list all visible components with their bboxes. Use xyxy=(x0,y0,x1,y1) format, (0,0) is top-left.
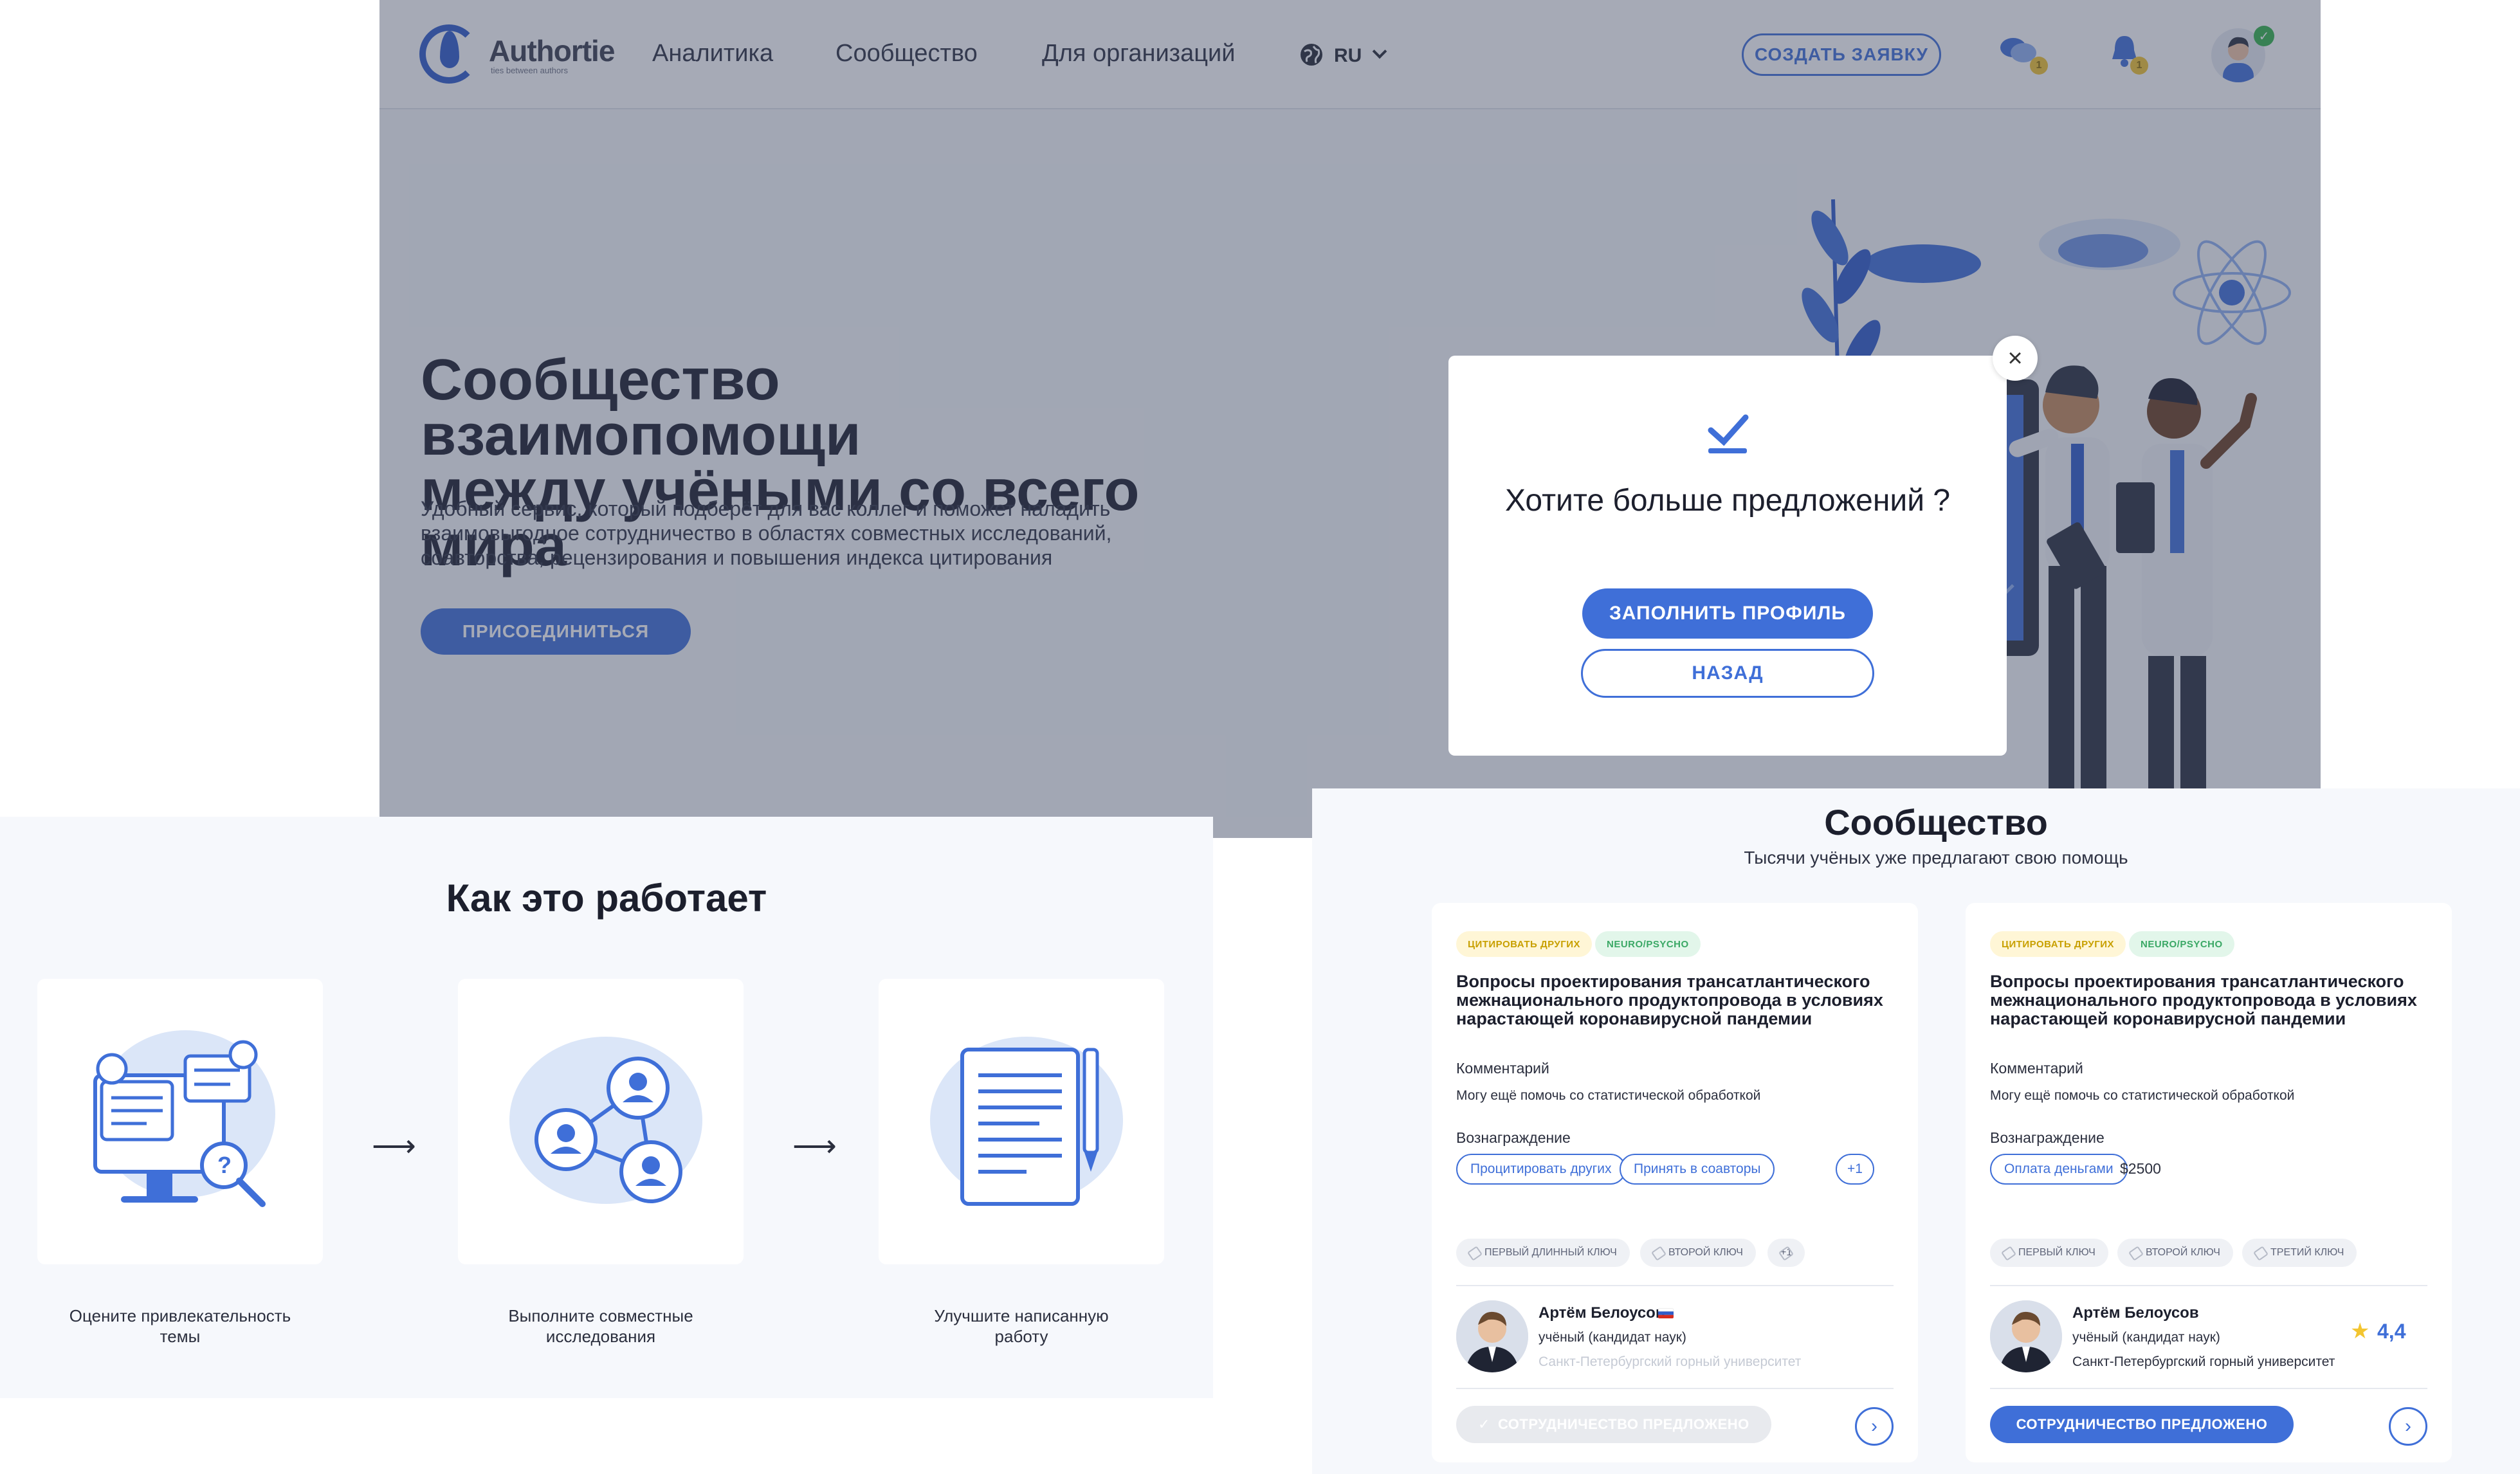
cooperation-offered-button[interactable]: СОТРУДНИЧЕСТВО ПРЕДЛОЖЕНО xyxy=(1990,1406,2294,1443)
step-card-improve xyxy=(879,979,1164,1264)
close-icon[interactable]: × xyxy=(1993,336,2038,381)
divider xyxy=(1990,1388,2427,1389)
keyword-chip[interactable]: ВТОРОЙ КЛЮЧ xyxy=(1640,1239,1756,1267)
author-rating: 4,4 xyxy=(2377,1320,2406,1343)
document-icon xyxy=(930,1037,1123,1206)
chevron-right-icon[interactable]: › xyxy=(1855,1407,1894,1446)
author-avatar[interactable] xyxy=(1990,1300,2062,1372)
how-it-works-section: Как это работает ? ⟶ ⟶ Оцените привлекат… xyxy=(0,817,1213,1398)
hero-section: Authortie ties between authors Аналитика… xyxy=(379,0,2321,838)
reward-chip[interactable]: Оплата деньгами xyxy=(1990,1154,2128,1185)
divider xyxy=(1456,1285,1894,1286)
comment-text: Могу ещё помочь со статистической обрабо… xyxy=(1990,1088,2295,1103)
star-icon: ★ xyxy=(2350,1319,2370,1343)
modal-title: Хотите больше предложений ? xyxy=(1504,484,1951,518)
author-avatar[interactable] xyxy=(1456,1300,1528,1372)
profile-modal: Хотите больше предложений ? ЗАПОЛНИТЬ ПР… xyxy=(1448,356,2007,756)
russia-flag-icon xyxy=(1658,1308,1674,1318)
author-role: учёный (кандидат наук) xyxy=(1538,1330,1686,1345)
offer-title[interactable]: Вопросы проектирования трансатлантическо… xyxy=(1990,972,2427,1028)
community-subtitle: Тысячи учёных уже предлагают свою помощь xyxy=(1744,848,2128,868)
offer-card[interactable]: ЦИТИРОВАТЬ ДРУГИХ NEURO/PSYCHO Вопросы п… xyxy=(1966,903,2452,1462)
step-label-research: Выполните совместные исследования xyxy=(508,1306,693,1346)
tag-field[interactable]: NEURO/PSYCHO xyxy=(1595,931,1701,957)
author-role: учёный (кандидат наук) xyxy=(2072,1330,2220,1345)
reward-price: $2500 xyxy=(2120,1160,2161,1177)
keyword-chip-more[interactable]: +1 xyxy=(1767,1239,1805,1267)
tag-citation[interactable]: ЦИТИРОВАТЬ ДРУГИХ xyxy=(1990,931,2126,957)
check-icon: ✓ xyxy=(1478,1416,1490,1432)
check-icon xyxy=(1708,414,1749,453)
chevron-right-icon[interactable]: › xyxy=(2389,1407,2427,1446)
tag-field[interactable]: NEURO/PSYCHO xyxy=(2129,931,2234,957)
reward-chip[interactable]: Принять в соавторы xyxy=(1620,1154,1775,1185)
community-title: Сообщество xyxy=(1824,802,2048,842)
step-arrow-1: ⟶ xyxy=(372,1129,416,1163)
fill-profile-button[interactable]: ЗАПОЛНИТЬ ПРОФИЛЬ xyxy=(1582,588,1873,639)
author-name[interactable]: Артём Белоусов xyxy=(1538,1304,1665,1322)
cooperation-offered-button: ✓ СОТРУДНИЧЕСТВО ПРЕДЛОЖЕНО xyxy=(1456,1406,1771,1443)
how-title: Как это работает xyxy=(446,877,767,920)
comment-text: Могу ещё помочь со статистической обрабо… xyxy=(1456,1088,1761,1103)
keyword-chip[interactable]: ПЕРВЫЙ ДЛИННЫЙ КЛЮЧ xyxy=(1456,1239,1630,1267)
reward-chip-more[interactable]: +1 xyxy=(1836,1154,1874,1185)
reward-chip[interactable]: Процитировать других xyxy=(1456,1154,1626,1185)
author-university: Санкт-Петербургский горный университет xyxy=(2072,1354,2335,1369)
reward-heading: Вознаграждение xyxy=(1456,1129,1571,1146)
comment-heading: Комментарий xyxy=(1456,1060,1549,1077)
community-section: Сообщество Тысячи учёных уже предлагают … xyxy=(1312,788,2520,1474)
offer-title[interactable]: Вопросы проектирования трансатлантическо… xyxy=(1456,972,1894,1028)
offer-card[interactable]: ЦИТИРОВАТЬ ДРУГИХ NEURO/PSYCHO Вопросы п… xyxy=(1432,903,1918,1462)
network-icon xyxy=(509,1037,702,1204)
comment-heading: Комментарий xyxy=(1990,1060,2083,1077)
step-card-research xyxy=(458,979,744,1264)
step-label-evaluate: Оцените привлекательность темы xyxy=(69,1306,291,1346)
step-arrow-2: ⟶ xyxy=(792,1129,837,1163)
author-university: Санкт-Петербургский горный университет xyxy=(1538,1354,1802,1369)
reward-heading: Вознаграждение xyxy=(1990,1129,2105,1146)
keyword-chip[interactable]: ВТОРОЙ КЛЮЧ xyxy=(2117,1239,2233,1267)
back-button[interactable]: НАЗАД xyxy=(1581,649,1874,698)
author-name[interactable]: Артём Белоусов xyxy=(2072,1304,2199,1322)
modal-overlay[interactable] xyxy=(379,0,2321,838)
divider xyxy=(1990,1285,2427,1286)
evaluate-icon: ? xyxy=(93,1030,275,1207)
svg-text:?: ? xyxy=(217,1152,232,1178)
keyword-chip[interactable]: ТРЕТИЙ КЛЮЧ xyxy=(2242,1239,2357,1267)
step-label-improve: Улучшите написанную работу xyxy=(934,1306,1109,1346)
tag-citation[interactable]: ЦИТИРОВАТЬ ДРУГИХ xyxy=(1456,931,1593,957)
step-card-evaluate: ? xyxy=(37,979,323,1264)
keyword-chip[interactable]: ПЕРВЫЙ КЛЮЧ xyxy=(1990,1239,2108,1267)
divider xyxy=(1456,1388,1894,1389)
